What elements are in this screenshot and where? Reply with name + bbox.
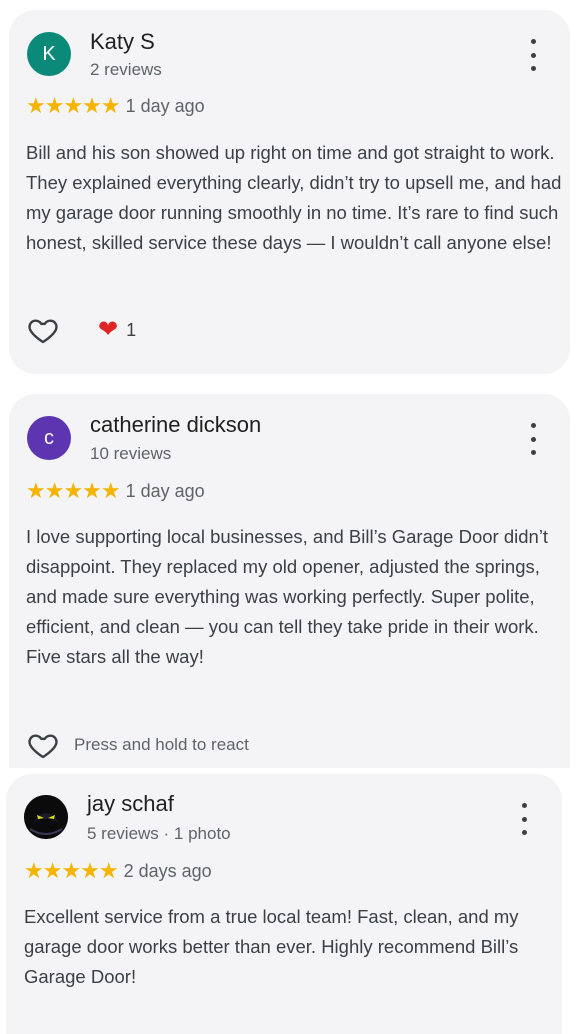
avatar[interactable]: c bbox=[27, 416, 71, 460]
star-rating-icon: ★★★★★ bbox=[26, 93, 121, 118]
review-card: K Katy S 2 reviews ★★★★★ 1 day ago Bill … bbox=[9, 10, 570, 374]
review-date: 1 day ago bbox=[125, 480, 205, 501]
more-options-icon[interactable] bbox=[523, 423, 543, 455]
reviewer-meta: 2 reviews bbox=[90, 60, 162, 79]
avatar-image-icon bbox=[24, 795, 68, 839]
review-date: 1 day ago bbox=[125, 95, 205, 116]
review-date: 2 days ago bbox=[123, 860, 212, 881]
review-card: c catherine dickson 10 reviews ★★★★★ 1 d… bbox=[9, 394, 570, 768]
avatar[interactable] bbox=[24, 795, 68, 839]
star-rating-icon: ★★★★★ bbox=[24, 858, 119, 883]
reviewer-name[interactable]: catherine dickson bbox=[90, 412, 261, 438]
reviewer-name[interactable]: jay schaf bbox=[87, 791, 174, 817]
more-options-icon[interactable] bbox=[523, 39, 543, 71]
reviewer-meta: 5 reviews · 1 photo bbox=[87, 824, 231, 843]
review-text: Excellent service from a true local team… bbox=[24, 906, 519, 987]
reaction-count: 1 bbox=[126, 319, 137, 340]
reaction-row: Press and hold to react bbox=[26, 729, 249, 761]
reviewer-name[interactable]: Katy S bbox=[90, 29, 155, 55]
more-options-icon[interactable] bbox=[514, 803, 534, 835]
rating: ★★★★★ 1 day ago bbox=[26, 93, 205, 119]
review-text: Bill and his son showed up right on time… bbox=[26, 142, 562, 253]
review-card: jay schaf 5 reviews · 1 photo ★★★★★ 2 da… bbox=[6, 774, 562, 1034]
reaction-row: ❤ 1 bbox=[26, 314, 136, 346]
heart-outline-icon[interactable] bbox=[26, 729, 60, 761]
react-hint: Press and hold to react bbox=[74, 735, 249, 754]
rating: ★★★★★ 2 days ago bbox=[24, 858, 212, 884]
rating: ★★★★★ 1 day ago bbox=[26, 478, 205, 504]
star-rating-icon: ★★★★★ bbox=[26, 478, 121, 503]
avatar[interactable]: K bbox=[27, 32, 71, 76]
heart-reaction-icon[interactable]: ❤ bbox=[98, 318, 118, 342]
reviewer-meta: 10 reviews bbox=[90, 444, 172, 463]
heart-outline-icon[interactable] bbox=[26, 314, 60, 346]
review-text: I love supporting local businesses, and … bbox=[26, 526, 549, 667]
